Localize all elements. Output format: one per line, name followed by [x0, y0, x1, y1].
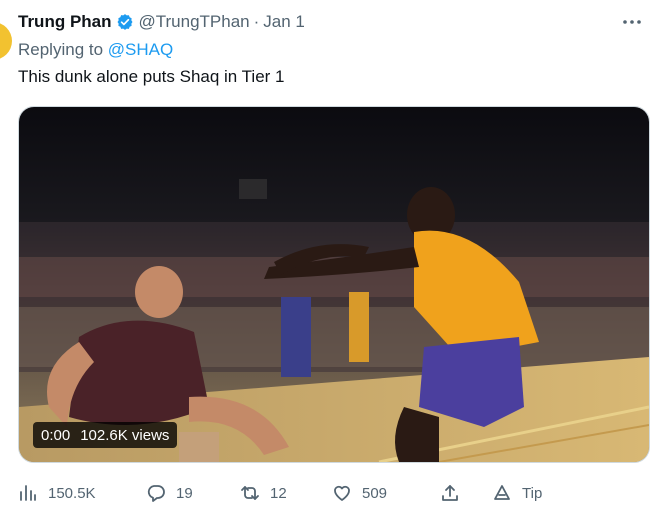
replying-to-line: Replying to @SHAQ — [18, 40, 173, 60]
more-dots-icon[interactable] — [620, 12, 644, 32]
retweet-arrows-icon — [241, 486, 259, 500]
retweet-button[interactable]: 12 — [240, 478, 332, 508]
reply-bubble-icon — [147, 485, 165, 502]
tweet-text: This dunk alone puts Shaq in Tier 1 — [18, 67, 285, 86]
verified-badge-icon — [116, 13, 134, 31]
video-player[interactable]: 0:00 102.6K views — [18, 106, 650, 463]
heart-icon — [334, 485, 350, 501]
tip-label: Tip — [522, 484, 543, 502]
reply-button[interactable]: 19 — [146, 478, 240, 508]
retweet-count: 12 — [270, 484, 287, 502]
video-badge: 0:00 102.6K views — [33, 422, 178, 448]
views-button[interactable]: 150.5K — [18, 478, 146, 508]
video-timestamp: 0:00 — [41, 426, 71, 444]
share-button[interactable] — [440, 478, 492, 508]
share-upload-icon — [442, 485, 458, 501]
replying-prefix: Replying to — [18, 40, 104, 59]
author-handle[interactable]: @TrungTPhan — [139, 12, 250, 32]
like-count: 509 — [362, 484, 388, 502]
tip-icon — [494, 485, 510, 500]
tweet-header: Trung Phan @TrungTPhan · Jan 1 — [18, 10, 305, 34]
tweet-actions: 150.5K 19 12 509 Tip — [18, 478, 648, 508]
tweet-date[interactable]: Jan 1 — [263, 12, 305, 32]
video-views: 102.6K views — [80, 426, 170, 444]
avatar[interactable] — [0, 22, 12, 60]
analytics-bars-icon — [20, 485, 36, 501]
like-button[interactable]: 509 — [332, 478, 440, 508]
reply-count: 19 — [176, 484, 193, 502]
author-name[interactable]: Trung Phan — [18, 12, 112, 32]
tip-button[interactable]: Tip — [492, 478, 542, 508]
video-frame — [19, 107, 649, 462]
replying-to-link[interactable]: @SHAQ — [108, 40, 173, 59]
views-count: 150.5K — [48, 484, 96, 502]
separator-dot: · — [253, 12, 260, 31]
